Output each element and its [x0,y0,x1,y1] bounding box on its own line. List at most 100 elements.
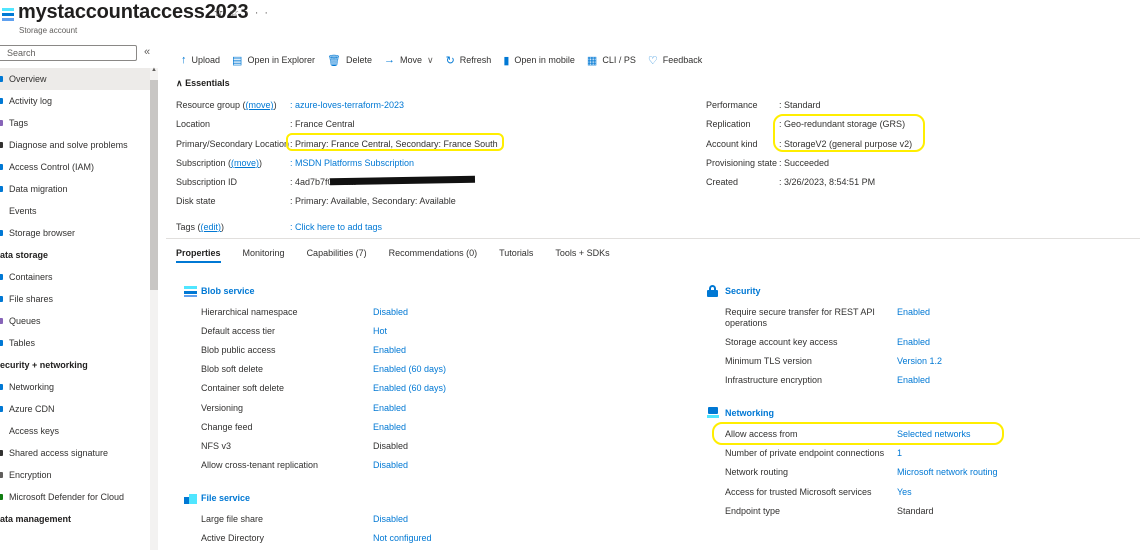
security-row-key-access: Storage account key access Enabled [725,337,931,347]
sidebar-group-data-storage: ata storage [0,250,49,260]
refresh-button[interactable]: ↻ Refresh [446,54,492,67]
resource-group-move-link[interactable]: (move) [246,100,274,110]
upload-button[interactable]: ↑ Upload [181,54,220,66]
created-label: Created [706,177,739,187]
subscription-value[interactable]: : MSDN Platforms Subscription [290,156,414,170]
account-kind-value: : StorageV2 (general purpose v2) [779,139,913,149]
people-icon [0,164,3,170]
sidebar-scrollbar-thumb[interactable] [150,80,158,290]
sidebar-item-tables[interactable]: Tables [0,332,150,354]
sidebar-item-data-migration[interactable]: Data migration [0,178,150,200]
key-icon [0,428,3,434]
redaction-mark [329,175,476,186]
security-title: Security [725,286,761,296]
sidebar-item-tags[interactable]: Tags [0,112,150,134]
more-options-icon[interactable]: ··· [245,7,274,19]
arrow-right-icon: → [383,54,395,66]
open-in-explorer-button[interactable]: ▤ Open in Explorer [232,54,315,67]
storage-browser-icon [0,230,3,236]
tables-icon [0,340,3,346]
subscription-move-link[interactable]: (move) [231,158,259,168]
sidebar-item-events[interactable]: Events [0,200,150,222]
file-row-active-directory: Active Directory Not configured [201,533,432,543]
sidebar-item-diagnose[interactable]: Diagnose and solve problems [0,134,150,156]
sidebar-item-sas[interactable]: Shared access signature [0,442,150,464]
delete-button[interactable]: 🗑 Delete [327,54,372,67]
sidebar-item-storage-browser[interactable]: Storage browser [0,222,150,244]
sidebar-item-azure-cdn[interactable]: Azure CDN [0,398,150,420]
security-row-infrastructure-encryption: Infrastructure encryption Enabled [725,375,931,385]
command-bar: ↑ Upload ▤ Open in Explorer 🗑 Delete → Move ∨… [181,52,714,68]
sidebar-item-access-keys[interactable]: Access keys [0,420,150,442]
networking-icon [707,407,720,418]
cli-ps-button[interactable]: ▦ CLI / PS [587,54,636,67]
blob-row-default-access-tier: Default access tier Hot [201,326,388,336]
mobile-icon: ▮ [503,54,510,67]
tab-tutorials[interactable]: Tutorials [499,248,533,263]
tab-tools-sdks[interactable]: Tools + SDKs [555,248,609,263]
chevron-down-icon: ∨ [426,54,434,65]
subscription-id-label: Subscription ID [176,177,238,187]
networking-icon [0,384,3,390]
shield-icon [0,494,3,500]
tab-properties[interactable]: Properties [176,248,221,263]
blob-row-versioning: Versioning Enabled [201,403,407,413]
blob-service-title: Blob service [201,286,255,296]
essentials-toggle[interactable]: ∧ Essentials [176,78,230,89]
feedback-icon: ♡ [647,54,658,67]
networking-row-allow-access-from: Allow access from Selected networks [725,429,971,439]
replication-label: Replication [706,119,751,129]
pin-icon[interactable]: ✫ [214,7,229,19]
header-actions: ✫☆··· [214,6,274,19]
favorite-star-icon[interactable]: ☆ [229,7,245,19]
networking-row-routing: Network routing Microsoft network routing [725,467,998,477]
blob-row-cross-tenant-replication: Allow cross-tenant replication Disabled [201,460,409,470]
sidebar-item-iam[interactable]: Access Control (IAM) [0,156,150,178]
file-service-icon [184,493,197,504]
tags-value[interactable]: : Click here to add tags [290,220,382,234]
provisioning-state-value: : Succeeded [779,158,830,168]
blob-row-nfs-v3: NFS v3 Disabled [201,441,409,451]
performance-value: : Standard [779,100,821,110]
created-value: : 3/26/2023, 8:54:51 PM [779,177,876,187]
chevron-up-icon: ∧ [176,78,183,88]
migration-icon [0,186,3,192]
primary-secondary-location-value: : Primary: France Central, Secondary: Fr… [290,139,498,149]
blob-service-icon [184,286,197,297]
queues-icon [0,318,3,324]
storage-account-icon [2,8,14,22]
feedback-button[interactable]: ♡ Feedback [648,54,702,67]
tab-bar: Properties Monitoring Capabilities (7) R… [176,248,632,263]
sidebar-item-file-shares[interactable]: File shares [0,288,150,310]
scroll-up-icon[interactable]: ▲ [151,67,157,73]
tab-recommendations[interactable]: Recommendations (0) [389,248,478,263]
file-row-large-file-share: Large file share Disabled [201,514,409,524]
blob-row-public-access: Blob public access Enabled [201,345,407,355]
move-button[interactable]: → Move ∨ [384,54,434,66]
disk-state-value: : Primary: Available, Secondary: Availab… [290,196,456,206]
open-in-mobile-button[interactable]: ▮ Open in mobile [503,54,575,67]
sidebar-item-overview[interactable]: Overview [0,68,150,90]
security-row-tls-version: Minimum TLS version Version 1.2 [725,356,943,366]
collapse-sidebar-icon[interactable]: « [144,46,150,58]
resource-group-value[interactable]: : azure-loves-terraform-2023 [290,98,404,112]
sidebar-item-containers[interactable]: Containers [0,266,150,288]
activity-log-icon [0,98,3,104]
sidebar-item-activity-log[interactable]: Activity log [0,90,150,112]
search-input[interactable]: Search [0,45,137,61]
tab-capabilities[interactable]: Capabilities (7) [307,248,367,263]
file-service-title: File service [201,493,251,503]
lock-icon [0,472,3,478]
sidebar-item-queues[interactable]: Queues [0,310,150,332]
sidebar-item-defender[interactable]: Microsoft Defender for Cloud [0,486,150,508]
link-icon [0,450,3,456]
tab-monitoring[interactable]: Monitoring [243,248,285,263]
networking-row-private-endpoints: Number of private endpoint connections 1 [725,448,903,458]
file-shares-icon [0,296,3,302]
sidebar-item-encryption[interactable]: Encryption [0,464,150,486]
sidebar-item-networking[interactable]: Networking [0,376,150,398]
location-value: : France Central [290,119,355,129]
tags-edit-link[interactable]: (edit) [201,222,222,232]
subscription-label: Subscription ((move)) [176,158,263,168]
tags-label: Tags ((edit)) [176,222,225,232]
